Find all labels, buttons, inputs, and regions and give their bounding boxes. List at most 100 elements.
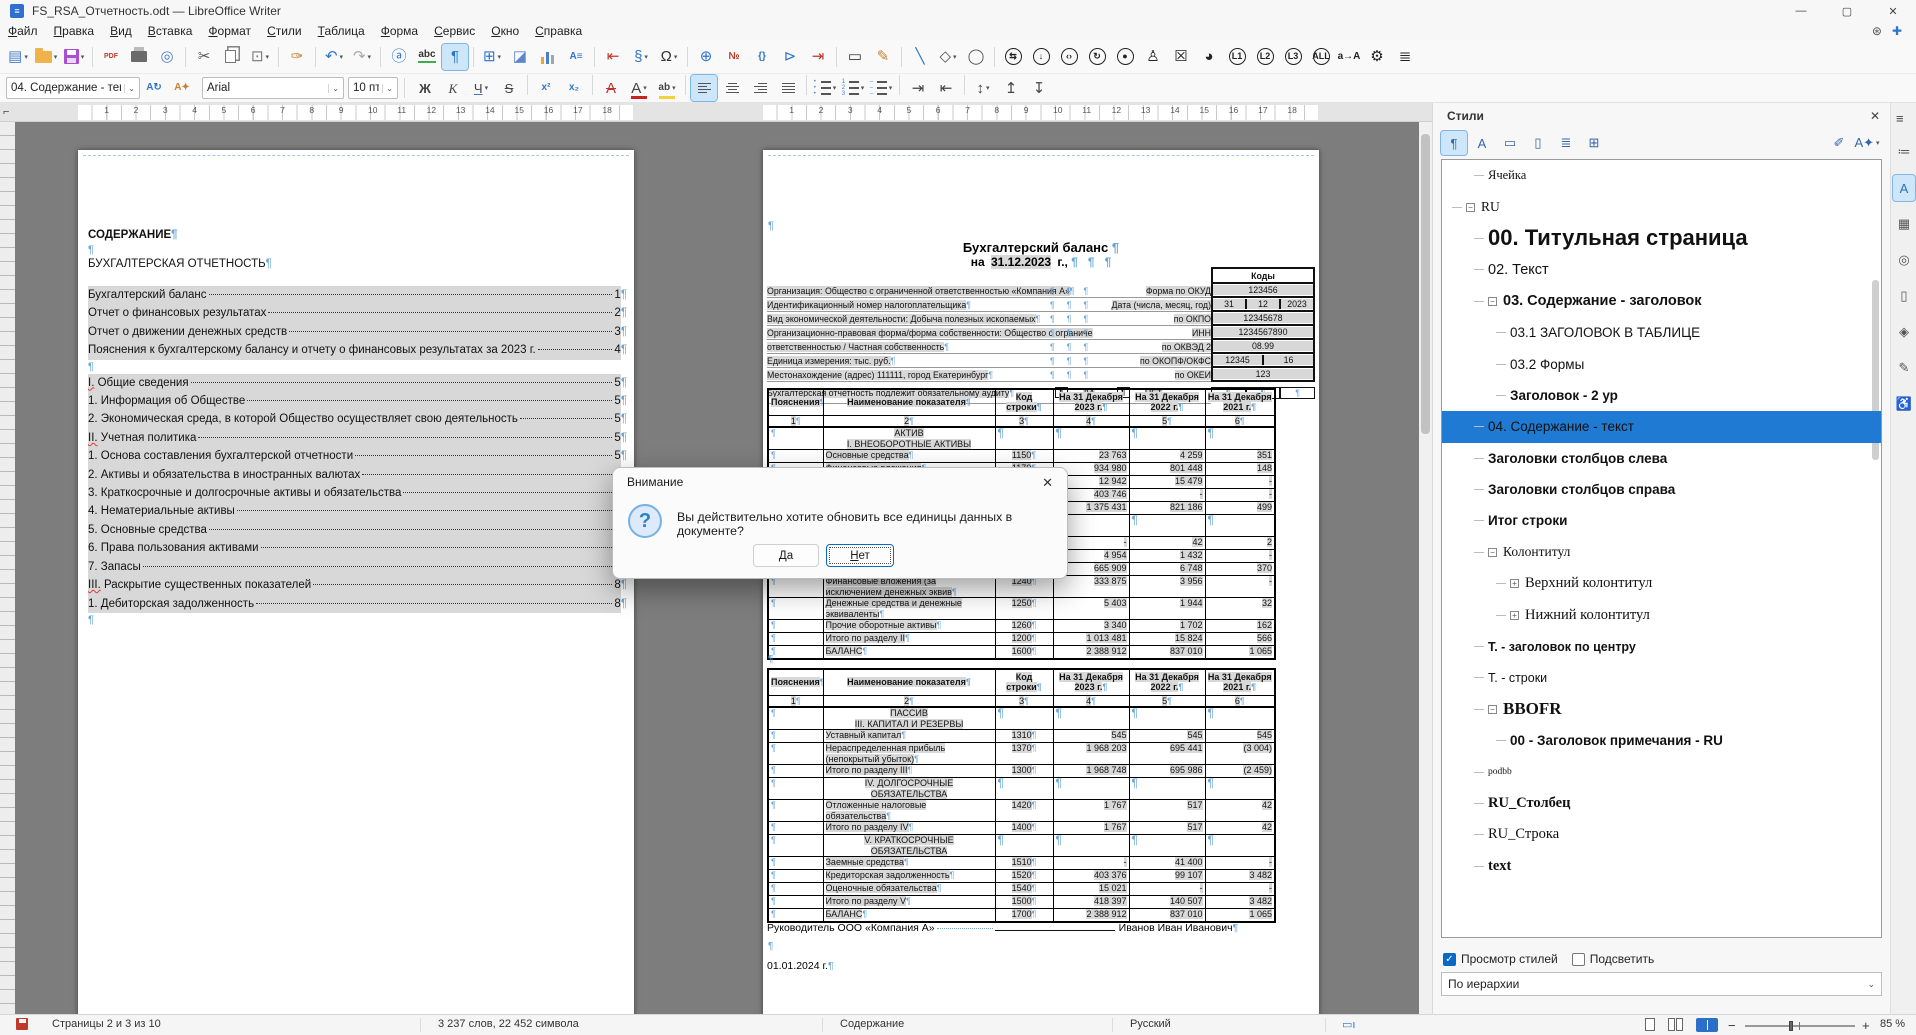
toc-entry[interactable]: III. Раскрытие существенных показателей8… (88, 576, 627, 594)
zoom-out-icon[interactable]: − (1728, 1018, 1736, 1033)
style-item[interactable]: Заголовок - 2 ур (1442, 380, 1881, 411)
superscript-button[interactable]: x² (533, 75, 559, 101)
macro-l1-button[interactable]: L1 (1224, 44, 1250, 70)
language-settings-button[interactable]: ⚙ (1364, 44, 1390, 70)
frame-styles-button[interactable]: ▭ (1497, 131, 1523, 155)
insert-fields-button[interactable]: {} (749, 44, 775, 70)
toc-entry[interactable]: 2. Активы и обязательства в иностранных … (88, 466, 627, 484)
style-item[interactable]: 04. Содержание - текст (1442, 411, 1881, 442)
style-item[interactable]: 00 - Заголовок примечания - RU (1442, 725, 1881, 756)
style-item[interactable]: −BBOFR (1442, 694, 1881, 725)
ordered-list-button[interactable]: 123▾ (840, 75, 866, 101)
menu-insert[interactable]: Вставка (140, 23, 201, 39)
page-styles-button[interactable]: ▯ (1525, 131, 1551, 155)
macro-code-button[interactable]: ‹› (1056, 44, 1082, 70)
spelling-button[interactable]: abc (414, 44, 440, 70)
save-button[interactable]: ▾ (61, 44, 87, 70)
macro-download-button[interactable]: ↓ (1028, 44, 1054, 70)
document-page-3[interactable]: ¶ Бухгалтерский баланс ¶ на 31.12.2023 г… (763, 150, 1319, 1014)
horizontal-ruler[interactable]: ⌐ 12345678910111213141516171812345678910… (0, 103, 1432, 122)
redo-button[interactable]: ↷▾ (349, 44, 375, 70)
highlight-color-button[interactable]: ab▾ (654, 75, 680, 101)
find-and-replace-button[interactable]: ⓐ (386, 44, 412, 70)
paste-button[interactable]: ⊡▾ (247, 44, 273, 70)
style-item[interactable]: Заголовки столбцов слева (1442, 443, 1881, 474)
modified-icon[interactable] (16, 1018, 28, 1033)
open-button[interactable]: ▾ (33, 44, 59, 70)
style-item[interactable]: Т. - строки (1442, 662, 1881, 693)
align-right-button[interactable] (747, 75, 773, 101)
insert-comment-button[interactable]: ▭ (842, 44, 868, 70)
toc-entry[interactable]: Отчет о финансовых результатах2¶ (88, 304, 627, 322)
export-pdf-button[interactable]: PDF (98, 44, 124, 70)
sidebar-tab-accessibility-check[interactable]: ♿ (1893, 391, 1915, 417)
font-size-combo[interactable]: 10 пт⌄ (348, 77, 398, 99)
menu-form[interactable]: Форма (373, 23, 426, 39)
new-style-button[interactable]: A✦ (169, 75, 195, 101)
word-count[interactable]: 3 237 слов, 22 452 символа (438, 1018, 579, 1030)
print-button[interactable] (126, 44, 152, 70)
toc-entry[interactable]: 1. Дебиторская задолженность8¶ (88, 595, 627, 613)
cut-button[interactable]: ✂ (191, 44, 217, 70)
insert-image-button[interactable]: ◪ (507, 44, 533, 70)
no-button[interactable]: Нет (826, 544, 894, 567)
strikethrough-button[interactable]: S (496, 75, 522, 101)
insert-table-button[interactable]: ⊞▾ (479, 44, 505, 70)
macro-person-button[interactable]: ♙ (1140, 44, 1166, 70)
track-changes-button[interactable]: ✎ (870, 44, 896, 70)
toc-entry[interactable]: 1. Информация об Обществе5¶ (88, 392, 627, 410)
line-spacing-button[interactable]: ↕▾ (970, 75, 996, 101)
page-count[interactable]: Страницы 2 и 3 из 10 (52, 1018, 161, 1030)
menu-edit[interactable]: Правка (46, 23, 103, 39)
sidebar-tab-navigator[interactable]: ◎ (1893, 247, 1915, 273)
clone-formatting-button[interactable]: ✑ (284, 44, 310, 70)
style-item[interactable]: 03.2 Формы (1442, 348, 1881, 379)
yes-button[interactable]: Да (753, 544, 819, 567)
italic-button[interactable]: К (440, 75, 466, 101)
insert-hyperlink-button[interactable]: ⊕ (693, 44, 719, 70)
toc-entry[interactable]: 1. Основа составления бухгалтерской отче… (88, 447, 627, 465)
grammar-check-icon[interactable]: ⊛ (1872, 24, 1882, 38)
clear-formatting-button[interactable]: A (598, 75, 624, 101)
sidebar-tab-gallery[interactable]: ▦ (1893, 211, 1915, 237)
toc-entry[interactable]: 6. Права пользования активами7¶ (88, 539, 627, 557)
align-justify-button[interactable] (775, 75, 801, 101)
menu-help[interactable]: Справка (527, 23, 590, 39)
menu-table[interactable]: Таблица (310, 23, 373, 39)
decrease-paragraph-spacing-button[interactable]: ↧ (1026, 75, 1052, 101)
zoom-in-icon[interactable]: + (1862, 1018, 1870, 1033)
insert-chart-button[interactable] (535, 44, 561, 70)
copy-button[interactable] (219, 44, 245, 70)
macro-all-button[interactable]: ALL (1308, 44, 1334, 70)
menu-tools[interactable]: Сервис (426, 23, 483, 39)
selection-mode-icon[interactable]: ▭ı (1342, 1018, 1355, 1031)
outline-list-button[interactable]: –––▾ (868, 75, 894, 101)
font-color-button[interactable]: A▾ (626, 75, 652, 101)
insert-line-button[interactable]: ╲ (907, 44, 933, 70)
macro-record-button[interactable]: ● (1112, 44, 1138, 70)
insert-bookmark-button[interactable]: ⊳ (777, 44, 803, 70)
view-single-page-icon[interactable] (1645, 1018, 1658, 1034)
dialog-close-icon[interactable]: ✕ (1042, 475, 1053, 491)
new-document-button[interactable]: ▤▾ (5, 44, 31, 70)
highlight-checkbox[interactable] (1572, 953, 1585, 966)
underline-button[interactable]: Ч▾ (468, 75, 494, 101)
undo-button[interactable]: ↶▾ (321, 44, 347, 70)
toc-entry[interactable]: II. Учетная политика5¶ (88, 429, 627, 447)
styles-filter-select[interactable]: По иерархии⌄ (1441, 972, 1882, 996)
style-item[interactable]: RU_Столбец (1442, 788, 1881, 819)
zoom-slider[interactable] (1745, 1025, 1855, 1027)
style-item[interactable]: −03. Содержание - заголовок (1442, 286, 1881, 317)
list-styles-button[interactable]: ≣ (1553, 131, 1579, 155)
macro-refresh-button[interactable]: ↻ (1084, 44, 1110, 70)
sidebar-tab-style-inspector[interactable]: ◈ (1893, 319, 1915, 345)
style-item[interactable]: +Нижний колонтитул (1442, 599, 1881, 630)
insert-page-break-button[interactable]: ⇤ (600, 44, 626, 70)
toc-entry[interactable]: 2. Экономическая среда, в которой Общест… (88, 410, 627, 428)
text-language[interactable]: Русский (1130, 1018, 1171, 1030)
toc-entry[interactable]: I. Общие сведения5¶ (88, 374, 627, 392)
decrease-indent-button[interactable]: ⇤ (933, 75, 959, 101)
toc-entry[interactable]: 5. Основные средства6¶ (88, 521, 627, 539)
style-item[interactable]: −Колонтитул (1442, 537, 1881, 568)
panel-close-icon[interactable]: ✕ (1870, 109, 1880, 123)
